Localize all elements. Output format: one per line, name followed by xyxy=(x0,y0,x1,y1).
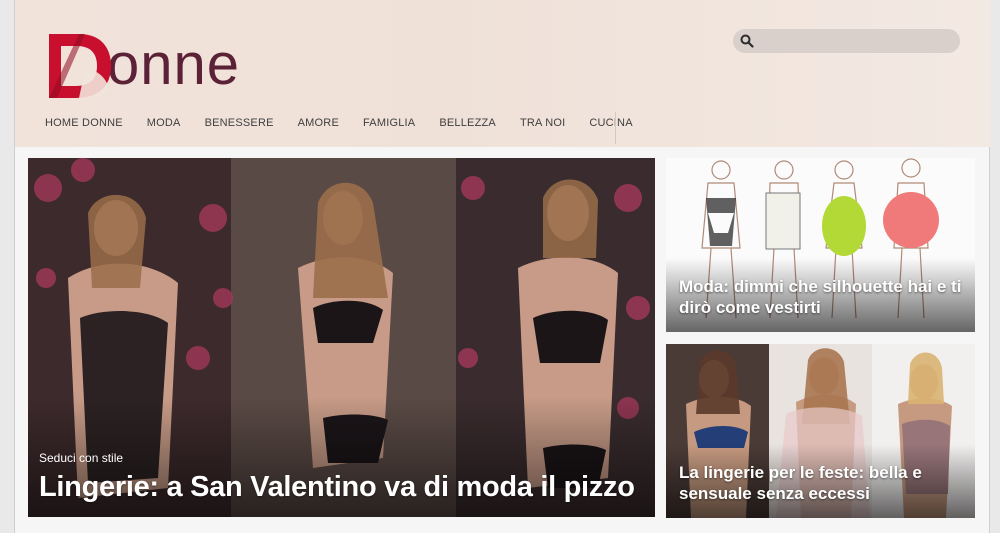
nav-item-cucina[interactable]: CUCINA xyxy=(577,117,644,129)
search-icon[interactable] xyxy=(740,34,754,48)
nav-item-tra-noi[interactable]: TRA NOI xyxy=(508,117,577,129)
side-article-2-title[interactable]: La lingerie per le feste: bella e sensua… xyxy=(679,462,969,504)
nav-item-bellezza[interactable]: BELLEZZA xyxy=(427,117,508,129)
nav-item-home-donne[interactable]: HOME DONNE xyxy=(45,117,135,129)
featured-kicker: Seduci con stile xyxy=(39,451,124,465)
logo-wordmark: onne xyxy=(107,32,241,97)
side-article-1-title[interactable]: Moda: dimmi che silhouette hai e ti dirò… xyxy=(679,276,969,318)
nav-item-famiglia[interactable]: FAMIGLIA xyxy=(351,117,427,129)
page-frame: onne HOME DONNE MODA BENESSERE AMORE FAM… xyxy=(14,0,991,533)
site-logo[interactable]: onne xyxy=(45,30,240,102)
main-nav: HOME DONNE MODA BENESSERE AMORE FAMIGLIA… xyxy=(45,117,645,129)
nav-divider xyxy=(615,112,616,144)
search-input[interactable] xyxy=(761,32,951,50)
search-bar[interactable] xyxy=(733,29,960,53)
logo-mark xyxy=(45,30,113,100)
featured-title[interactable]: Lingerie: a San Valentino va di moda il … xyxy=(39,471,635,504)
side-article-1[interactable]: Moda: dimmi che silhouette hai e ti dirò… xyxy=(666,158,975,332)
side-article-2[interactable]: La lingerie per le feste: bella e sensua… xyxy=(666,344,975,518)
site-header: onne HOME DONNE MODA BENESSERE AMORE FAM… xyxy=(15,0,991,147)
nav-item-benessere[interactable]: BENESSERE xyxy=(193,117,286,129)
nav-item-amore[interactable]: AMORE xyxy=(286,117,351,129)
nav-item-moda[interactable]: MODA xyxy=(135,117,193,129)
featured-article[interactable]: Seduci con stile Lingerie: a San Valenti… xyxy=(28,158,655,517)
